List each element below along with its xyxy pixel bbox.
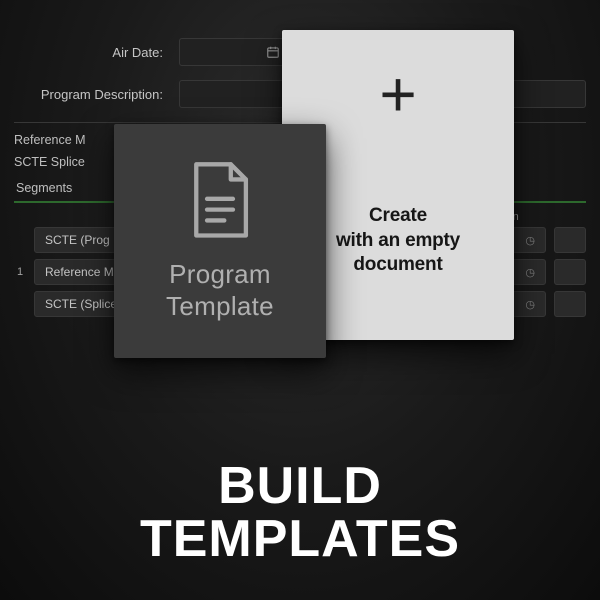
segment-extra-cell[interactable]	[554, 227, 586, 253]
document-icon	[185, 160, 255, 242]
row-index: 1	[14, 266, 26, 278]
program-tile-label: Program Template	[166, 258, 274, 323]
create-tile-text: Create with an empty document	[336, 204, 460, 278]
clock-icon: ◷	[525, 266, 535, 279]
plus-icon: +	[379, 62, 416, 126]
air-date-label: Air Date:	[14, 45, 169, 60]
page-title: BUILD TEMPLATES	[0, 460, 600, 566]
program-template-tile[interactable]: Program Template	[114, 124, 326, 358]
segment-extra-cell[interactable]	[554, 259, 586, 285]
scte-splice-label: SCTE Splice	[14, 155, 124, 169]
calendar-icon	[266, 45, 280, 59]
reference-label: Reference M	[14, 133, 124, 147]
program-description-label: Program Description:	[14, 87, 169, 102]
segment-extra-cell[interactable]	[554, 291, 586, 317]
clock-icon: ◷	[525, 298, 535, 311]
air-date-input[interactable]	[179, 38, 289, 66]
clock-icon: ◷	[525, 234, 535, 247]
